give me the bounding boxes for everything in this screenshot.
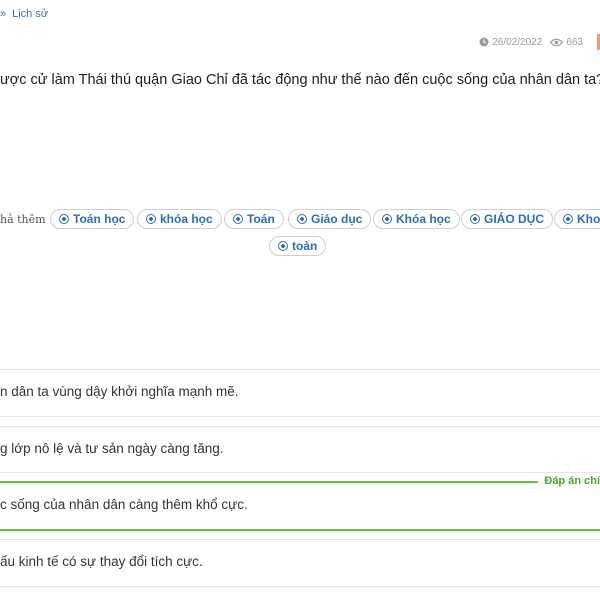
related-tags-label: hả thêm bbox=[0, 213, 46, 226]
answer-divider bbox=[0, 586, 600, 587]
tag-label: Toán học bbox=[73, 212, 126, 226]
view-count-text: 663 bbox=[566, 36, 583, 48]
tag-label: toàn bbox=[292, 239, 318, 253]
plus-circle-icon bbox=[470, 214, 480, 224]
answer-option-d[interactable]: ấu kinh tế có sự thay đổi tích cực. bbox=[0, 554, 203, 569]
post-date: 26/02/2022 bbox=[479, 37, 542, 48]
plus-circle-icon bbox=[297, 214, 307, 224]
answer-divider bbox=[0, 426, 600, 427]
plus-circle-icon bbox=[563, 214, 573, 224]
tag-khoa-hoc-2[interactable]: Khóa học bbox=[373, 209, 460, 229]
question-meta: 26/02/2022 663 bbox=[479, 34, 600, 50]
tag-toan[interactable]: Toán bbox=[224, 209, 284, 229]
breadcrumb-link-history[interactable]: Lịch sử bbox=[12, 8, 48, 20]
plus-circle-icon bbox=[146, 214, 156, 224]
correct-answer-label: Đáp án chí bbox=[538, 475, 600, 487]
tag-khoa-hoc[interactable]: khóa học bbox=[137, 209, 222, 229]
tag-label: Khóa học bbox=[396, 212, 451, 226]
answer-divider bbox=[0, 369, 600, 370]
post-date-text: 26/02/2022 bbox=[492, 36, 543, 48]
answer-divider bbox=[0, 539, 600, 540]
plus-circle-icon bbox=[233, 214, 243, 224]
eye-icon bbox=[550, 38, 564, 46]
clock-icon bbox=[479, 37, 489, 47]
answer-divider bbox=[0, 472, 600, 473]
tag-khoa[interactable]: Khoa bbox=[554, 209, 600, 229]
tag-giao-duc-upper[interactable]: GIÁO DỤC bbox=[461, 209, 553, 229]
breadcrumb-separator: » bbox=[0, 8, 7, 20]
tag-label: Giáo dục bbox=[311, 212, 363, 226]
correct-answer-line bbox=[0, 529, 600, 531]
tag-label: Toán bbox=[247, 212, 275, 226]
breadcrumb: » Lịch sử bbox=[0, 8, 48, 20]
tag-toan-lower[interactable]: toàn bbox=[269, 236, 327, 256]
tag-toan-hoc[interactable]: Toán học bbox=[50, 209, 135, 229]
tag-giao-duc[interactable]: Giáo dục bbox=[288, 209, 372, 229]
answer-divider bbox=[0, 416, 600, 417]
question-text: ược cử làm Thái thú quận Giao Chỉ đã tác… bbox=[0, 72, 600, 88]
tag-label: khóa học bbox=[160, 212, 213, 226]
answer-option-b[interactable]: g lớp nô lệ và tư sản ngày càng tăng. bbox=[0, 441, 224, 456]
correct-answer-line bbox=[0, 481, 600, 483]
answer-option-c-correct[interactable]: c sống của nhân dân càng thêm khổ cực. bbox=[0, 497, 248, 512]
plus-circle-icon bbox=[59, 214, 69, 224]
answer-option-a[interactable]: n dân ta vùng dậy khởi nghĩa mạnh mẽ. bbox=[0, 384, 239, 399]
tag-label: GIÁO DỤC bbox=[484, 212, 544, 226]
tag-label: Khoa bbox=[577, 212, 600, 226]
plus-circle-icon bbox=[382, 214, 392, 224]
plus-circle-icon bbox=[278, 241, 288, 251]
view-count: 663 bbox=[550, 37, 583, 48]
